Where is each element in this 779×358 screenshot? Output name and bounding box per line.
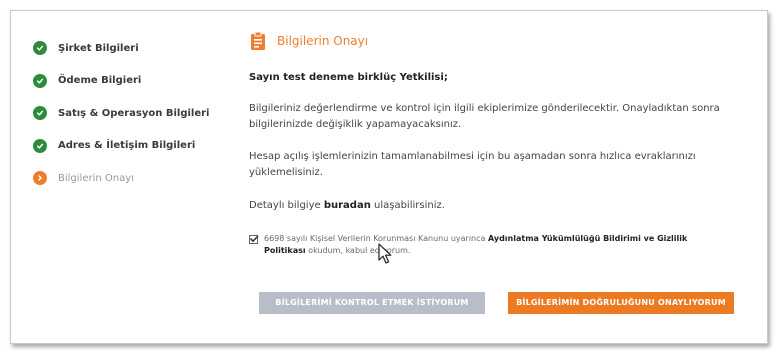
step-label: Adres & İletişim Bilgileri xyxy=(58,140,196,151)
step-label: Şirket Bilgileri xyxy=(58,42,139,54)
check-info-button[interactable]: BİLGİLERİMİ KONTROL ETMEK İSTİYORUM xyxy=(259,292,485,314)
check-icon xyxy=(33,106,47,120)
chevron-right-icon xyxy=(33,171,47,185)
detail-paragraph: Detaylı bilgiye buradan ulaşabilirsiniz. xyxy=(249,198,749,214)
section-heading: Bilgilerin Onayı xyxy=(249,29,749,53)
info-paragraph: Bilgileriniz değerlendirme ve kontrol iç… xyxy=(249,103,720,130)
documents-paragraph: Hesap açılış işlemlerinizin tamamlanabil… xyxy=(249,151,696,178)
confirm-info-button[interactable]: BİLGİLERİMİN DOĞRULUĞUNU ONAYLIYORUM xyxy=(508,292,734,314)
consent-prefix: 6698 sayılı Kişisel Verilerin Korunması … xyxy=(264,234,488,243)
check-icon xyxy=(33,41,47,55)
consent-checkbox[interactable] xyxy=(249,235,259,244)
detail-link[interactable]: buradan xyxy=(324,200,371,211)
page-title: Bilgilerin Onayı xyxy=(277,34,369,48)
confirmation-content: Bilgilerin Onayı Sayın test deneme birkl… xyxy=(249,29,749,257)
detail-prefix: Detaylı bilgiye xyxy=(249,200,324,211)
step-confirmation[interactable]: Bilgilerin Onayı xyxy=(33,170,223,186)
consent-text: 6698 sayılı Kişisel Verilerin Korunması … xyxy=(264,233,724,257)
consent-row: 6698 sayılı Kişisel Verilerin Korunması … xyxy=(249,233,749,257)
clipboard-icon xyxy=(251,31,265,50)
greeting-text: Sayın test deneme birklüç Yetkilisi; xyxy=(249,72,448,83)
step-payment-info[interactable]: Ödeme Bilgieri xyxy=(33,73,223,89)
checkmark-icon xyxy=(250,235,259,242)
step-address-contact-info[interactable]: Adres & İletişim Bilgileri xyxy=(33,138,223,154)
step-list: Şirket Bilgileri Ödeme Bilgieri Satış & … xyxy=(33,40,223,203)
step-label: Satış & Operasyon Bilgileri xyxy=(58,107,210,119)
step-label: Bilgilerin Onayı xyxy=(58,172,134,184)
onboarding-panel: Şirket Bilgileri Ödeme Bilgieri Satış & … xyxy=(10,10,768,344)
step-company-info[interactable]: Şirket Bilgileri xyxy=(33,40,223,56)
step-sales-operations-info[interactable]: Satış & Operasyon Bilgileri xyxy=(33,105,223,121)
detail-suffix: ulaşabilirsiniz. xyxy=(370,200,445,211)
check-icon xyxy=(33,73,47,88)
step-label: Ödeme Bilgieri xyxy=(58,75,142,86)
consent-suffix: okudum, kabul ediyorum. xyxy=(305,246,411,255)
check-icon xyxy=(33,138,47,153)
